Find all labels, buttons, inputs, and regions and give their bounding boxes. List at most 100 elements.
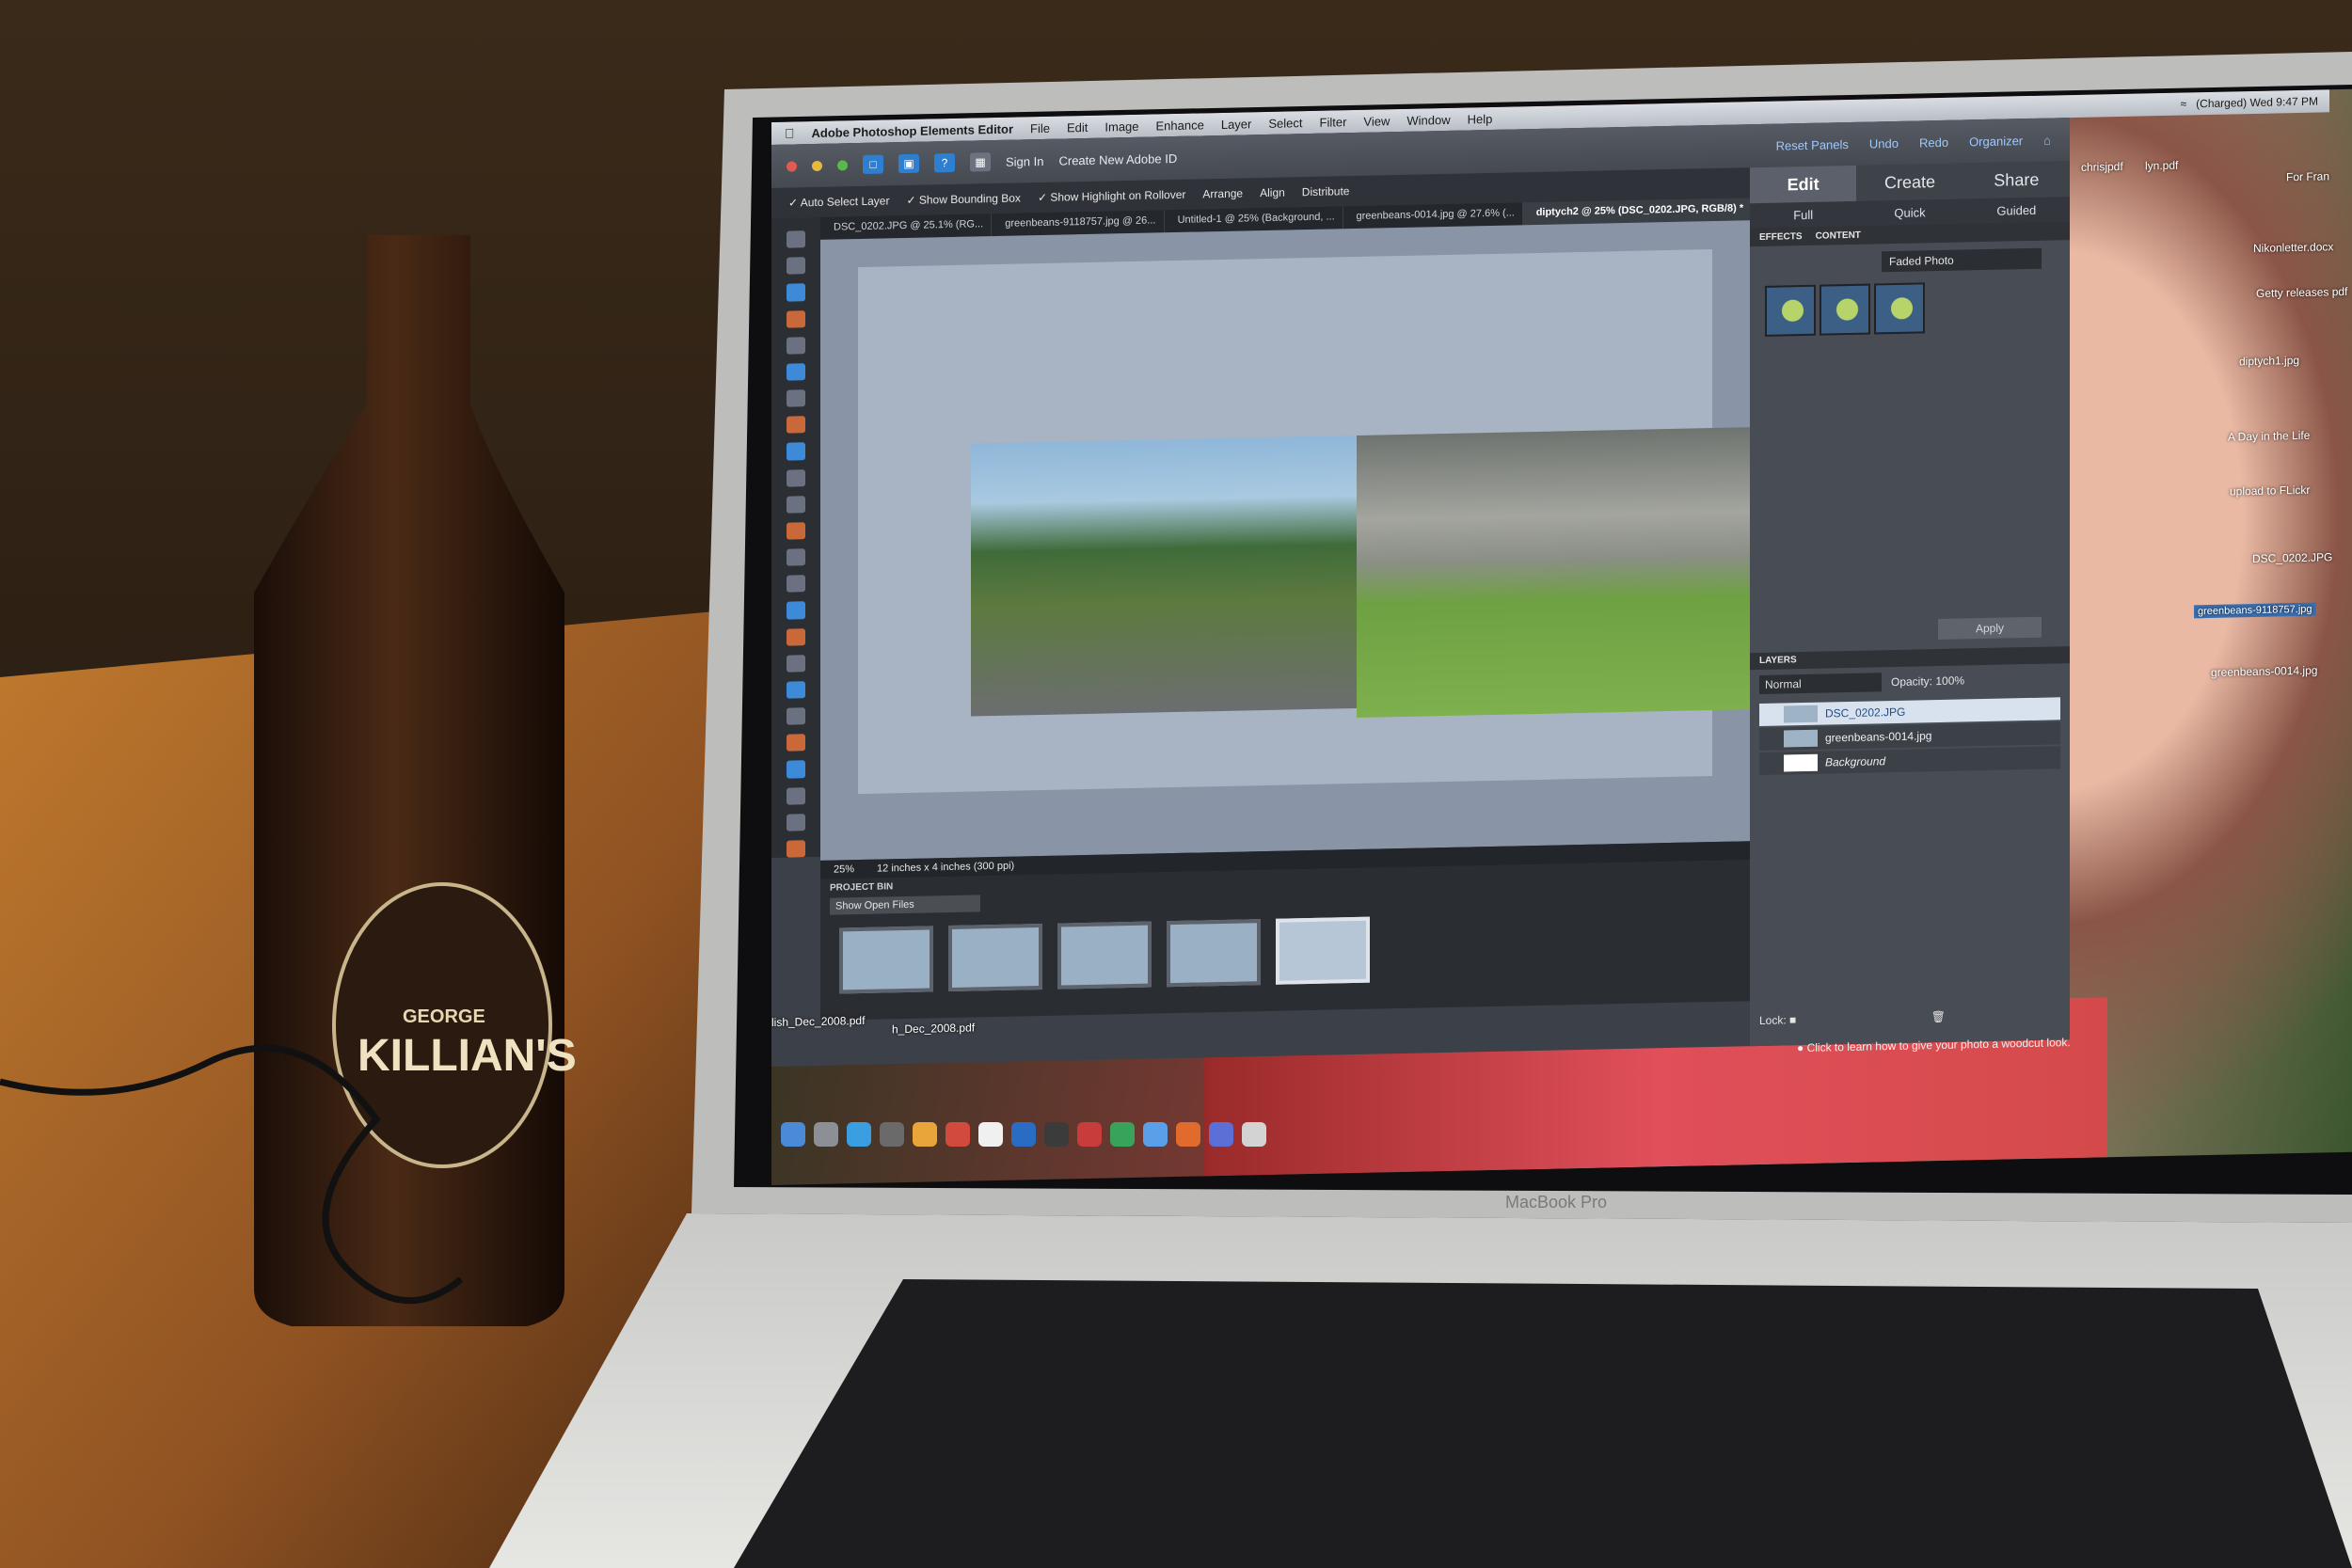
desktop-file[interactable]: diptych1.jpg xyxy=(2239,354,2299,368)
menu-layer[interactable]: Layer xyxy=(1221,117,1252,132)
cookie-cutter-tool-icon[interactable] xyxy=(787,495,805,514)
desktop-file[interactable]: lish_Dec_2008.pdf xyxy=(771,1014,865,1029)
gradient-tool-icon[interactable] xyxy=(787,734,805,752)
bin-thumbnail[interactable] xyxy=(839,926,933,994)
zoom-window-icon[interactable] xyxy=(837,159,848,171)
bin-thumbnail[interactable] xyxy=(1167,919,1261,988)
reset-panels-button[interactable]: Reset Panels xyxy=(1776,137,1849,153)
menu-help[interactable]: Help xyxy=(1468,111,1493,126)
zoom-level[interactable]: 25% xyxy=(834,863,854,875)
desktop-folder[interactable]: Getty releases pdf xyxy=(2256,285,2347,300)
distribute-menu[interactable]: Distribute xyxy=(1302,184,1350,198)
tab-content[interactable]: CONTENT xyxy=(1816,230,1861,241)
minimize-window-icon[interactable] xyxy=(812,160,822,171)
eraser-tool-icon[interactable] xyxy=(787,627,805,646)
bin-thumbnail[interactable] xyxy=(948,923,1042,992)
trash-icon[interactable] xyxy=(1242,1122,1266,1147)
app-icon[interactable] xyxy=(1110,1122,1135,1147)
effect-thumbnail[interactable] xyxy=(1820,283,1870,336)
blur-tool-icon[interactable] xyxy=(787,786,805,805)
tab-create[interactable]: Create xyxy=(1856,171,1963,193)
menu-file[interactable]: File xyxy=(1030,120,1050,135)
undo-button[interactable]: Undo xyxy=(1869,135,1899,150)
tab-full[interactable]: Full xyxy=(1750,206,1856,222)
healing-brush-tool-icon[interactable] xyxy=(787,575,805,594)
tab-share[interactable]: Share xyxy=(1963,169,2070,191)
launchpad-icon[interactable] xyxy=(814,1122,838,1147)
shape-tool-icon[interactable] xyxy=(787,760,805,779)
help-icon[interactable]: ? xyxy=(934,152,955,173)
hand-tool-icon[interactable] xyxy=(787,283,805,302)
apple-icon[interactable]:  xyxy=(785,125,795,140)
marquee-tool-icon[interactable] xyxy=(787,336,805,355)
menu-view[interactable]: View xyxy=(1363,114,1390,129)
desktop-file[interactable]: lyn.pdf xyxy=(2145,159,2178,173)
type-tool-icon[interactable] xyxy=(787,442,805,461)
lock-control[interactable]: Lock: ■ 🗑 xyxy=(1759,1010,1946,1027)
notes-icon[interactable] xyxy=(978,1122,1003,1147)
menu-app-name[interactable]: Adobe Photoshop Elements Editor xyxy=(812,121,1014,139)
menu-enhance[interactable]: Enhance xyxy=(1156,118,1204,133)
apply-button[interactable]: Apply xyxy=(1938,616,2042,641)
tab-quick[interactable]: Quick xyxy=(1856,204,1963,220)
photo-child-sidewalk[interactable] xyxy=(971,435,1357,717)
effect-dropdown[interactable]: Faded Photo xyxy=(1882,247,2042,273)
lightroom-icon[interactable] xyxy=(1044,1122,1069,1147)
safari-icon[interactable] xyxy=(847,1122,871,1147)
trash-icon[interactable]: 🗑 xyxy=(1931,1010,1946,1023)
menu-edit[interactable]: Edit xyxy=(1067,119,1088,134)
lock-icon[interactable]: ■ xyxy=(1789,1013,1796,1026)
desktop-file-selected[interactable]: greenbeans-9118757.jpg xyxy=(2194,602,2316,619)
red-eye-tool-icon[interactable] xyxy=(787,548,805,566)
photo-children-ruins[interactable] xyxy=(1357,426,1771,718)
desktop-file[interactable]: Nikonletter.docx xyxy=(2253,240,2333,255)
bin-thumbnail-selected[interactable] xyxy=(1276,916,1370,985)
save-icon[interactable]: ▣ xyxy=(898,153,919,174)
close-window-icon[interactable] xyxy=(787,160,797,172)
straighten-tool-icon[interactable] xyxy=(787,522,805,540)
app-icon[interactable] xyxy=(1077,1122,1102,1147)
firefox-icon[interactable] xyxy=(913,1122,937,1147)
highlight-checkbox[interactable]: ✓ Show Highlight on Rollover xyxy=(1038,188,1185,204)
zoom-tool-icon[interactable] xyxy=(787,257,805,276)
arrange-menu[interactable]: Arrange xyxy=(1202,187,1243,201)
clone-stamp-tool-icon[interactable] xyxy=(787,601,805,620)
create-id-link[interactable]: Create New Adobe ID xyxy=(1058,150,1177,167)
selection-brush-tool-icon[interactable] xyxy=(787,416,805,435)
color-swatch-icon[interactable] xyxy=(787,840,805,858)
menu-select[interactable]: Select xyxy=(1268,116,1302,131)
redo-button[interactable]: Redo xyxy=(1919,135,1948,150)
desktop-file[interactable]: h_Dec_2008.pdf xyxy=(892,1021,975,1036)
tab-effects[interactable]: EFFECTS xyxy=(1759,231,1803,243)
magic-wand-tool-icon[interactable] xyxy=(787,389,805,407)
finder-icon[interactable] xyxy=(781,1122,805,1147)
app-icon[interactable] xyxy=(1143,1122,1168,1147)
sponge-tool-icon[interactable] xyxy=(787,814,805,832)
sign-in-link[interactable]: Sign In xyxy=(1006,153,1043,168)
layout-icon[interactable]: ▦ xyxy=(970,152,991,172)
brush-tool-icon[interactable] xyxy=(787,654,805,673)
effect-thumbnail[interactable] xyxy=(1874,282,1925,335)
bin-thumbnail[interactable] xyxy=(1057,921,1152,990)
opacity-value[interactable]: 100% xyxy=(1935,673,1964,688)
desktop-file[interactable]: greenbeans-0014.jpg xyxy=(2211,664,2317,679)
home-icon[interactable]: ⌂ xyxy=(2043,133,2051,147)
app-icon[interactable] xyxy=(1209,1122,1233,1147)
menu-image[interactable]: Image xyxy=(1104,119,1138,134)
auto-select-checkbox[interactable]: ✓ Auto Select Layer xyxy=(788,194,889,209)
new-file-icon[interactable]: □ xyxy=(863,154,883,174)
layer-row[interactable]: Background xyxy=(1759,746,2060,776)
desktop-folder[interactable]: For Fran xyxy=(2286,169,2329,183)
crop-tool-icon[interactable] xyxy=(787,468,805,487)
organizer-button[interactable]: Organizer xyxy=(1969,134,2023,149)
calendar-icon[interactable] xyxy=(946,1122,970,1147)
lasso-tool-icon[interactable] xyxy=(787,363,805,381)
opacity-control[interactable]: Opacity: 100% xyxy=(1891,671,1964,691)
tab-guided[interactable]: Guided xyxy=(1963,202,2070,218)
canvas-area[interactable] xyxy=(820,220,1771,861)
smart-brush-tool-icon[interactable] xyxy=(787,681,805,699)
desktop-file[interactable]: chrisjpdf xyxy=(2081,160,2123,174)
tab-edit[interactable]: Edit xyxy=(1750,165,1857,204)
app-icon[interactable] xyxy=(1176,1122,1200,1147)
desktop-folder[interactable]: upload to FLickr xyxy=(2230,483,2310,499)
